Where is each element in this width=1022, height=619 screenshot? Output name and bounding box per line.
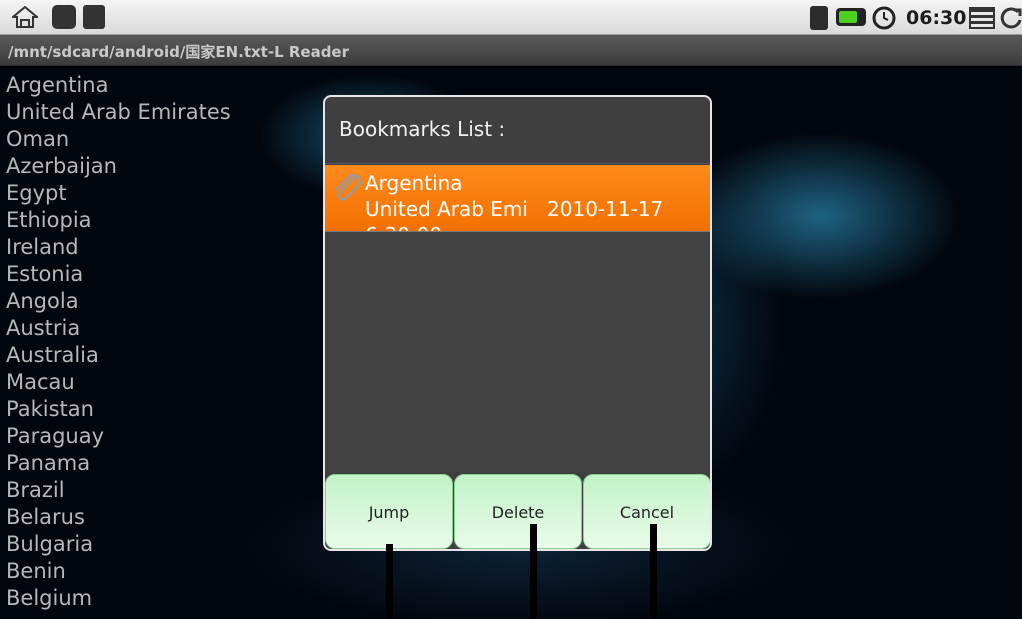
home-icon [12,6,38,28]
text-line: Paraguay [6,424,105,448]
status-bar: 06:30 [0,0,1022,35]
text-line: Angola [6,289,79,313]
annotation-bar [650,524,657,619]
annotation-bar [386,544,393,619]
text-line: Benin [6,559,66,583]
sync-icon [1000,7,1022,29]
text-line: Bulgaria [6,532,94,556]
text-line: Oman [6,127,70,151]
app-title-bar: /mnt/sdcard/android/国家EN.txt-L Reader [0,35,1022,66]
text-line: Austria [6,316,81,340]
bookmarks-dialog: Bookmarks List : Argentina United Arab E… [323,95,712,551]
text-line: Ethiopia [6,208,92,232]
text-line: Estonia [6,262,84,286]
menu-icon [969,7,995,29]
usb-icon [83,5,105,29]
text-line: Australia [6,343,99,367]
text-line: Egypt [6,181,67,205]
bookmark-list-item[interactable]: Argentina United Arab Emi 2010-11-17 6:3… [325,165,710,231]
android-debug-icon [52,5,76,29]
text-line: Brazil [6,478,65,502]
alarm-icon [872,6,896,30]
annotation-bar [530,524,537,619]
text-line: Panama [6,451,91,475]
cancel-button[interactable]: Cancel [583,474,710,549]
battery-icon [836,8,866,26]
text-line: Argentina [6,73,109,97]
text-line: Azerbaijan [6,154,117,178]
paperclip-icon [335,173,362,201]
dialog-title: Bookmarks List : [339,117,506,141]
text-line: Belarus [6,505,85,529]
text-line: Pakistan [6,397,94,421]
text-line: Belgium [6,586,93,610]
file-path-title: /mnt/sdcard/android/国家EN.txt-L Reader [8,43,350,61]
bookmark-list-empty-area [325,232,710,472]
text-line: Macau [6,370,75,394]
bookmark-title: Argentina [365,171,463,195]
bookmark-detail: United Arab Emi 2010-11-17 [365,197,664,221]
divider [325,163,710,164]
text-lines: Argentina United Arab Emirates Oman Azer… [6,72,231,612]
delete-button[interactable]: Delete [454,474,582,549]
jump-button[interactable]: Jump [325,474,453,549]
status-clock: 06:30 [906,7,967,29]
signal-icon [810,6,828,30]
text-line: Ireland [6,235,79,259]
bookmark-time: 6:30:00 [365,223,442,231]
text-line: United Arab Emirates [6,100,231,124]
